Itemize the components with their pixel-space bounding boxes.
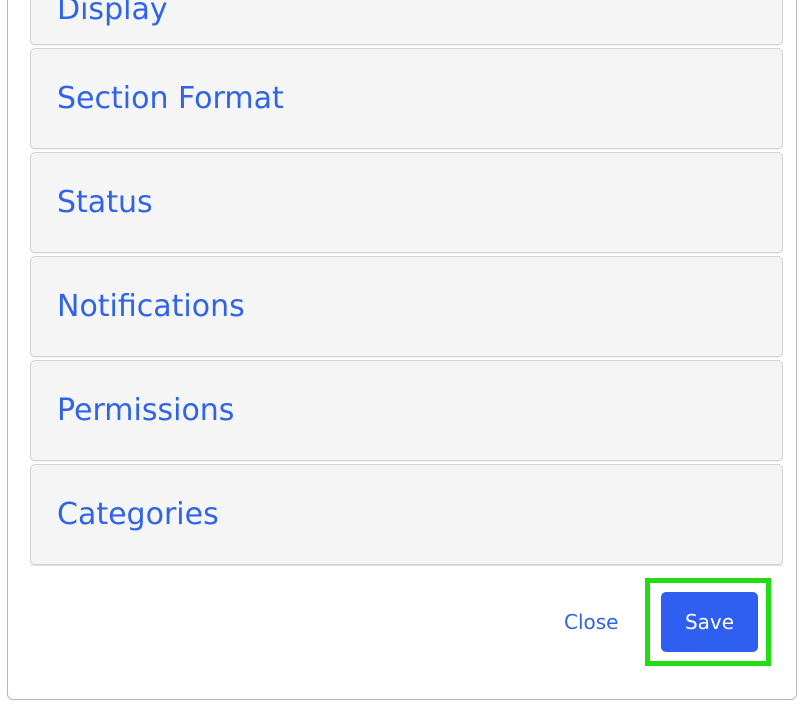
panel-display[interactable]: Display — [30, 0, 783, 45]
panel-status[interactable]: Status — [30, 152, 783, 253]
panel-status-title[interactable]: Status — [57, 187, 153, 218]
panel-categories-title[interactable]: Categories — [57, 499, 219, 530]
panel-section-format-title[interactable]: Section Format — [57, 83, 284, 114]
panel-display-title[interactable]: Display — [57, 0, 168, 25]
panel-notifications-title[interactable]: Notifications — [57, 291, 245, 322]
panel-notifications[interactable]: Notifications — [30, 256, 783, 357]
panel-permissions[interactable]: Permissions — [30, 360, 783, 461]
save-button[interactable]: Save — [661, 592, 758, 652]
close-button[interactable]: Close — [564, 612, 618, 632]
footer-divider — [30, 565, 783, 566]
panel-categories[interactable]: Categories — [30, 464, 783, 565]
settings-modal: Display Section Format Status Notificati… — [7, 0, 797, 700]
panel-permissions-title[interactable]: Permissions — [57, 395, 234, 426]
panel-section-format[interactable]: Section Format — [30, 48, 783, 149]
